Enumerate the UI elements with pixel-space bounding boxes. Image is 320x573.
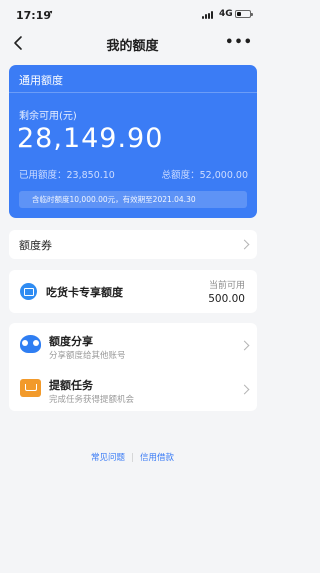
- foodie-card-quota-row[interactable]: 吃货卡专享额度 当前可用 500.00: [9, 270, 257, 313]
- credit-loan-link[interactable]: 信用借款: [140, 453, 174, 463]
- quota-card-title: 通用额度: [19, 74, 63, 87]
- used-quota: 已用额度：23,850.10: [19, 170, 115, 181]
- chevron-right-icon: [239, 384, 250, 395]
- quota-task-title: 提额任务: [49, 379, 93, 392]
- general-quota-card: 通用额度 剩余可用(元) 28,149.90 已用额度：23,850.10 总额…: [9, 65, 257, 218]
- services-group: 额度分享 分享额度给其他账号 提额任务 完成任务获得提额机会: [9, 323, 257, 411]
- network-type: 4G: [219, 9, 233, 19]
- quota-share-title: 额度分享: [49, 335, 93, 348]
- foodie-available-value: 500.00: [208, 293, 245, 305]
- temporary-quota-notice: 含临时额度10,000.00元，有效期至2021.04.30: [19, 191, 247, 208]
- chevron-right-icon: [239, 340, 250, 351]
- quota-task-item[interactable]: 提额任务 完成任务获得提额机会: [9, 367, 257, 411]
- remaining-label: 剩余可用(元): [19, 111, 77, 122]
- nav-bar: 我的额度 •••: [0, 30, 265, 56]
- quota-task-subtitle: 完成任务获得提额机会: [49, 395, 135, 405]
- coupon-row[interactable]: 额度券: [9, 230, 257, 259]
- status-bar: 17:19 ➚ 4G: [0, 0, 265, 30]
- foodie-card-icon: [20, 283, 37, 300]
- task-icon: [20, 379, 41, 397]
- total-quota: 总额度：52,000.00: [161, 170, 248, 181]
- battery-icon: [235, 10, 253, 18]
- remaining-amount: 28,149.90: [17, 123, 164, 154]
- quota-share-subtitle: 分享额度给其他账号: [49, 351, 126, 361]
- more-icon[interactable]: •••: [225, 35, 253, 50]
- foodie-card-label: 吃货卡专享额度: [46, 286, 123, 299]
- coupon-label: 额度券: [19, 239, 52, 252]
- faq-link[interactable]: 常见问题: [91, 453, 125, 463]
- footer-links: 常见问题 | 信用借款: [0, 451, 265, 463]
- footer-divider: |: [131, 453, 134, 463]
- location-icon: ➚: [46, 9, 54, 19]
- quota-card-header: 通用额度: [9, 65, 257, 93]
- foodie-available-label: 当前可用: [208, 281, 245, 291]
- share-icon: [20, 335, 41, 353]
- quota-share-item[interactable]: 额度分享 分享额度给其他账号: [9, 323, 257, 367]
- signal-icon: [202, 11, 216, 19]
- chevron-right-icon: [239, 239, 250, 250]
